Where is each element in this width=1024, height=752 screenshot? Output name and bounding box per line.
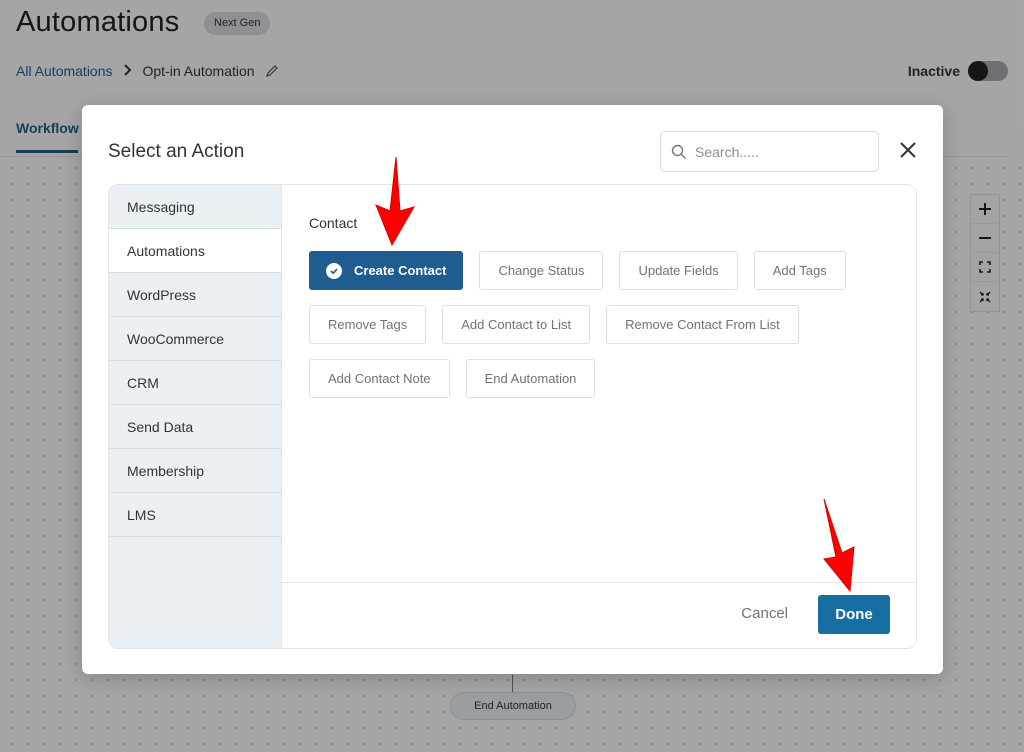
action-add-contact-note[interactable]: Add Contact Note [309,359,450,398]
sidebar-item-woocommerce[interactable]: WooCommerce [109,317,281,361]
action-list: Create Contact Change Status Update Fiel… [309,251,849,398]
check-circle-icon [326,262,342,279]
action-update-fields[interactable]: Update Fields [619,251,738,290]
select-action-modal: Select an Action Messaging Automations W… [82,105,943,674]
action-create-contact[interactable]: Create Contact [309,251,464,290]
sidebar-item-wordpress[interactable]: WordPress [109,273,281,317]
close-button[interactable] [897,139,919,161]
annotation-arrow-icon [823,498,855,593]
done-button[interactable]: Done [818,595,890,634]
action-add-tags[interactable]: Add Tags [753,251,846,290]
close-icon [900,142,916,158]
action-end-automation[interactable]: End Automation [465,359,596,398]
action-label: Create Contact [354,263,447,278]
sidebar-item-automations[interactable]: Automations [109,229,281,273]
cancel-button[interactable]: Cancel [741,605,788,622]
category-sidebar: Messaging Automations WordPress WooComme… [109,185,282,648]
sidebar-item-lms[interactable]: LMS [109,493,281,537]
search-icon [671,144,686,159]
action-add-contact-to-list[interactable]: Add Contact to List [442,305,591,344]
action-remove-tags[interactable]: Remove Tags [309,305,427,344]
sidebar-item-membership[interactable]: Membership [109,449,281,493]
modal-title: Select an Action [108,141,245,162]
action-remove-contact-from-list[interactable]: Remove Contact From List [606,305,799,344]
sidebar-item-messaging[interactable]: Messaging [109,185,281,229]
action-change-status[interactable]: Change Status [479,251,604,290]
search-field[interactable] [660,131,879,172]
annotation-arrow-icon [375,156,416,247]
sidebar-item-crm[interactable]: CRM [109,361,281,405]
action-panel: Messaging Automations WordPress WooComme… [108,184,917,649]
sidebar-item-send-data[interactable]: Send Data [109,405,281,449]
search-input[interactable] [695,143,865,160]
section-label-contact: Contact [309,215,358,231]
